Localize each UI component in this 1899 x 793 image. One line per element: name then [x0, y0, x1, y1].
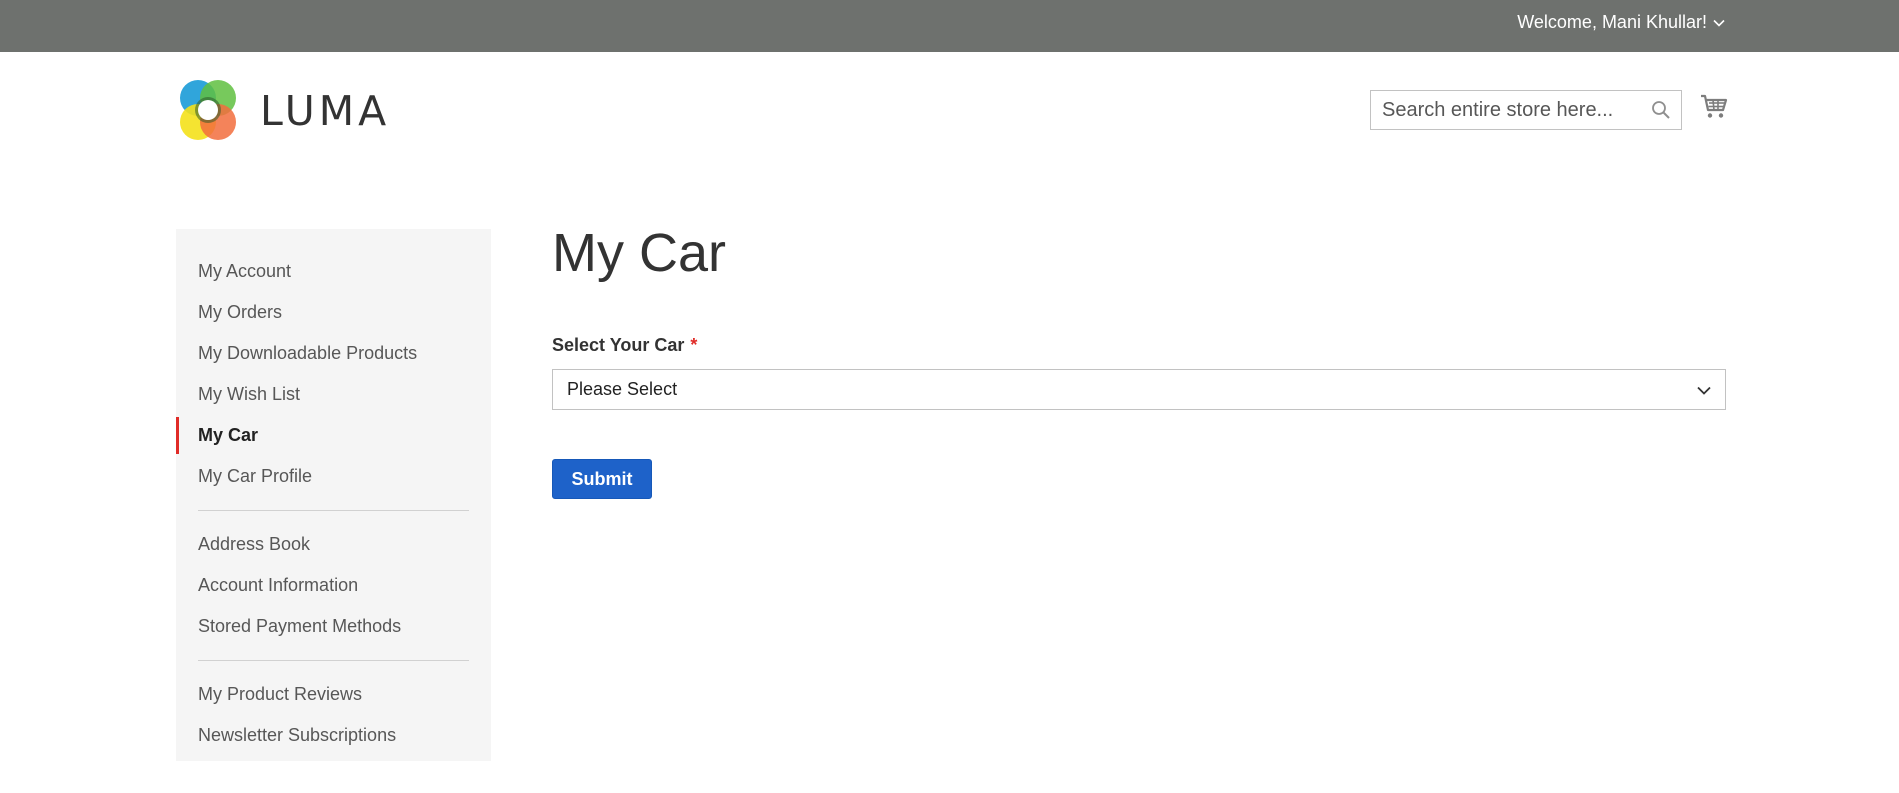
welcome-text: Welcome, Mani Khullar!: [1517, 12, 1707, 32]
account-sidebar: My Account My Orders My Downloadable Pro…: [176, 229, 491, 761]
luma-logo-icon: [180, 80, 236, 140]
chevron-down-icon: [1697, 379, 1711, 400]
search-input[interactable]: [1371, 91, 1681, 129]
sidebar-divider: [198, 660, 469, 661]
sidebar-item-my-account[interactable]: My Account: [176, 251, 491, 292]
car-select-value: Please Select: [567, 379, 678, 399]
search-box: [1370, 90, 1682, 130]
cart-icon[interactable]: [1700, 93, 1728, 126]
sidebar-item-product-reviews[interactable]: My Product Reviews: [176, 674, 491, 715]
search-icon[interactable]: [1651, 100, 1671, 125]
sidebar-item-my-car[interactable]: My Car: [176, 415, 491, 456]
submit-button[interactable]: Submit: [552, 459, 652, 499]
customer-menu-toggle[interactable]: Welcome, Mani Khullar!: [1517, 12, 1725, 33]
sidebar-item-address-book[interactable]: Address Book: [176, 524, 491, 565]
sidebar-item-downloadable-products[interactable]: My Downloadable Products: [176, 333, 491, 374]
sidebar-item-wish-list[interactable]: My Wish List: [176, 374, 491, 415]
sidebar-item-stored-payment-methods[interactable]: Stored Payment Methods: [176, 606, 491, 647]
store-logo[interactable]: LUMA: [176, 78, 390, 144]
sidebar-divider: [198, 510, 469, 511]
page-title: My Car: [552, 223, 726, 283]
logo-text: LUMA: [260, 87, 391, 135]
sidebar-item-newsletter-subscriptions[interactable]: Newsletter Subscriptions: [176, 715, 491, 756]
top-panel: Welcome, Mani Khullar!: [0, 0, 1899, 52]
required-marker: *: [690, 335, 698, 355]
sidebar-item-account-information[interactable]: Account Information: [176, 565, 491, 606]
sidebar-item-my-orders[interactable]: My Orders: [176, 292, 491, 333]
select-car-label: Select Your Car *: [552, 335, 697, 356]
car-select[interactable]: Please Select: [552, 369, 1726, 410]
sidebar-item-my-car-profile[interactable]: My Car Profile: [176, 456, 491, 497]
chevron-down-icon: [1713, 19, 1725, 27]
select-car-label-text: Select Your Car: [552, 335, 685, 355]
